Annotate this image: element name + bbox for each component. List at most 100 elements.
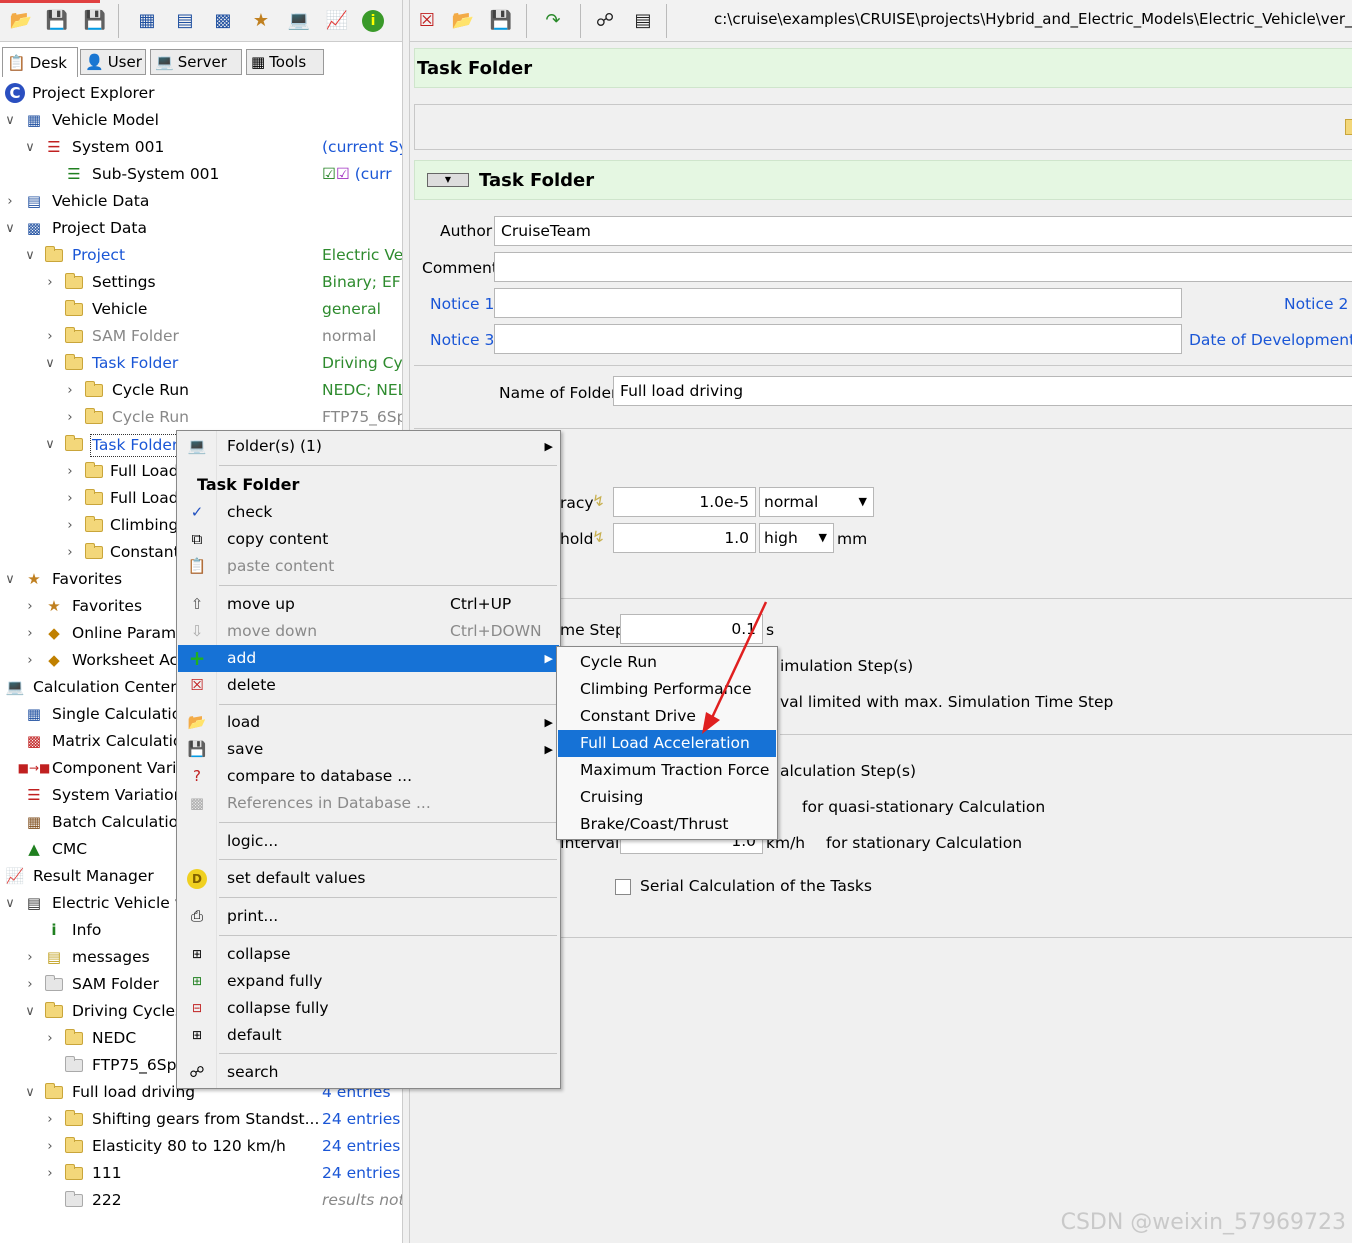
chevron-right-icon[interactable]: › — [44, 323, 56, 350]
tree-item-vehicle-data[interactable]: › ▤ Vehicle Data — [0, 188, 402, 215]
menu-item-collapse[interactable]: ⊞ collapse — [178, 941, 559, 968]
date-of-development-link[interactable]: Date of Development — [1189, 331, 1352, 349]
submenu-item-cycle-run[interactable]: Cycle Run — [558, 649, 776, 676]
check-green-icon[interactable]: i — [360, 8, 386, 34]
chevron-right-icon[interactable]: › — [64, 404, 76, 431]
menu-item-collapse-fully[interactable]: ⊟ collapse fully — [178, 995, 559, 1022]
menu-item-print[interactable]: ⎙ print... — [178, 903, 559, 930]
menu-item-save[interactable]: 💾 save ▶ — [178, 736, 559, 763]
tree-item-111[interactable]: › 111 24 entries — [0, 1160, 402, 1187]
chevron-right-icon[interactable]: › — [64, 377, 76, 404]
chevron-down-icon[interactable]: ∨ — [44, 350, 56, 377]
threshold-select[interactable]: high ▼ — [759, 523, 834, 553]
name-of-folder-field[interactable]: Full load driving — [613, 376, 1352, 406]
menu-item-compare[interactable]: ? compare to database ... — [178, 763, 559, 790]
menu-item-move-down[interactable]: ⇩ move down Ctrl+DOWN — [178, 618, 559, 645]
chevron-down-icon[interactable]: ∨ — [24, 998, 36, 1025]
accuracy-field[interactable]: 1.0e-5 — [613, 487, 756, 517]
submenu-item-constant-drive[interactable]: Constant Drive — [558, 703, 776, 730]
tree-item-sam-folder[interactable]: › SAM Folder normal — [0, 323, 402, 350]
chevron-right-icon[interactable]: › — [44, 1133, 56, 1160]
section-collapse-icon[interactable]: ▼ — [427, 173, 469, 187]
submenu-item-climbing-performance[interactable]: Climbing Performance — [558, 676, 776, 703]
submenu-item-cruising[interactable]: Cruising — [558, 784, 776, 811]
chevron-right-icon[interactable]: › — [4, 188, 16, 215]
compare-icon[interactable]: ▤ — [630, 8, 656, 34]
tab-server[interactable]: 💻 Server — [150, 49, 242, 75]
menu-item-set-default[interactable]: Dset default values — [178, 865, 559, 892]
chevron-right-icon[interactable]: › — [24, 971, 36, 998]
tree-item-vehicle-model[interactable]: ∨ ▦ Vehicle Model — [0, 107, 402, 134]
tree-item-project[interactable]: ∨ Project Electric Vel — [0, 242, 402, 269]
tree-item-elasticity[interactable]: › Elasticity 80 to 120 km/h 24 entries — [0, 1133, 402, 1160]
tree-item-vehicle[interactable]: Vehicle general — [0, 296, 402, 323]
submenu-item-maximum-traction-force[interactable]: Maximum Traction Force — [558, 757, 776, 784]
export-icon[interactable]: ↷ — [540, 8, 566, 34]
open-folder-icon[interactable]: 📂 — [8, 8, 34, 34]
chevron-down-icon[interactable]: ∨ — [4, 566, 16, 593]
save-icon[interactable]: 💾 — [44, 8, 70, 34]
chevron-right-icon[interactable]: › — [44, 269, 56, 296]
tab-user[interactable]: 👤 User — [80, 49, 146, 75]
chevron-right-icon[interactable]: › — [24, 647, 36, 674]
chevron-down-icon[interactable]: ∨ — [24, 1079, 36, 1106]
save-icon[interactable]: 💾 — [488, 8, 514, 34]
vehicle-data-icon[interactable]: ▤ — [172, 8, 198, 34]
delete-icon[interactable]: ☒ — [414, 8, 440, 34]
threshold-field[interactable]: 1.0 — [613, 523, 756, 553]
save-as-icon[interactable]: 💾 — [82, 8, 108, 34]
submenu-item-brake-coast-thrust[interactable]: Brake/Coast/Thrust — [558, 811, 776, 838]
tab-desk[interactable]: 📋 Desk — [2, 47, 78, 77]
menu-item-default[interactable]: ⊞ default — [178, 1022, 559, 1049]
folder-icon[interactable] — [1345, 119, 1352, 135]
tab-tools[interactable]: ▦ Tools — [246, 49, 324, 75]
chevron-right-icon[interactable]: › — [24, 593, 36, 620]
menu-item-expand-fully[interactable]: ⊞ expand fully — [178, 968, 559, 995]
accuracy-select[interactable]: normal ▼ — [759, 487, 874, 517]
chevron-down-icon[interactable]: ∨ — [24, 134, 36, 161]
chevron-right-icon[interactable]: › — [44, 1160, 56, 1187]
menu-item-references[interactable]: ▩ References in Database ... — [178, 790, 559, 817]
time-step-field[interactable]: 0.1 — [620, 614, 763, 644]
notice3-field[interactable] — [494, 324, 1182, 354]
menu-item-logic[interactable]: logic... — [178, 828, 559, 855]
chevron-right-icon[interactable]: › — [64, 458, 76, 485]
author-field[interactable]: CruiseTeam — [494, 216, 1352, 246]
chevron-right-icon[interactable]: › — [24, 620, 36, 647]
tree-item-task-folder[interactable]: ∨ Task Folder Driving Cy — [0, 350, 402, 377]
tree-item-settings[interactable]: › Settings Binary; EF — [0, 269, 402, 296]
tree-item-project-explorer[interactable]: C Project Explorer — [0, 80, 402, 107]
menu-item-paste-content[interactable]: 📋 paste content — [178, 553, 559, 580]
checkbox-checked-icon[interactable]: ☑ — [322, 165, 336, 183]
open-icon[interactable]: 📂 — [450, 8, 476, 34]
notice3-link[interactable]: Notice 3 — [430, 331, 494, 349]
serial-calculation-checkbox[interactable] — [615, 879, 631, 895]
menu-item-move-up[interactable]: ⇧ move up Ctrl+UP — [178, 591, 559, 618]
calculation-center-icon[interactable]: 💻 — [286, 8, 312, 34]
tree-item-cycle-run[interactable]: › Cycle Run FTP75_6Sp — [0, 404, 402, 431]
tree-item-sub-system-001[interactable]: ☰ Sub-System 001 ☑☑ (curr — [0, 161, 402, 188]
vehicle-model-icon[interactable]: ▦ — [134, 8, 160, 34]
menu-item-check[interactable]: ✓ check — [178, 499, 559, 526]
favorites-icon[interactable]: ★ — [248, 8, 274, 34]
chevron-down-icon[interactable]: ∨ — [4, 107, 16, 134]
chevron-down-icon[interactable]: ∨ — [24, 242, 36, 269]
menu-item-search[interactable]: ☍ search — [178, 1059, 559, 1086]
notice1-field[interactable] — [494, 288, 1182, 318]
result-manager-icon[interactable]: 📈 — [324, 8, 350, 34]
menu-item-load[interactable]: 📂 load ▶ — [178, 709, 559, 736]
notice1-link[interactable]: Notice 1 — [430, 295, 494, 313]
tree-item-shifting[interactable]: › Shifting gears from Standst... 24 entrie… — [0, 1106, 402, 1133]
chevron-right-icon[interactable]: › — [24, 944, 36, 971]
menu-item-copy-content[interactable]: ⧉ copy content — [178, 526, 559, 553]
chevron-right-icon[interactable]: › — [44, 1106, 56, 1133]
tree-item-project-data[interactable]: ∨ ▩ Project Data — [0, 215, 402, 242]
tree-item-cycle-run[interactable]: › Cycle Run NEDC; NEL — [0, 377, 402, 404]
tree-item-222[interactable]: 222 results not — [0, 1187, 402, 1214]
search-icon[interactable]: ☍ — [592, 8, 618, 34]
chevron-right-icon[interactable]: › — [64, 512, 76, 539]
comment-field[interactable] — [494, 252, 1352, 282]
menu-item-add[interactable]: + add ▶ — [178, 645, 559, 672]
submenu-item-full-load-acceleration[interactable]: Full Load Acceleration — [558, 730, 776, 757]
notice2-link[interactable]: Notice 2 — [1284, 295, 1348, 313]
